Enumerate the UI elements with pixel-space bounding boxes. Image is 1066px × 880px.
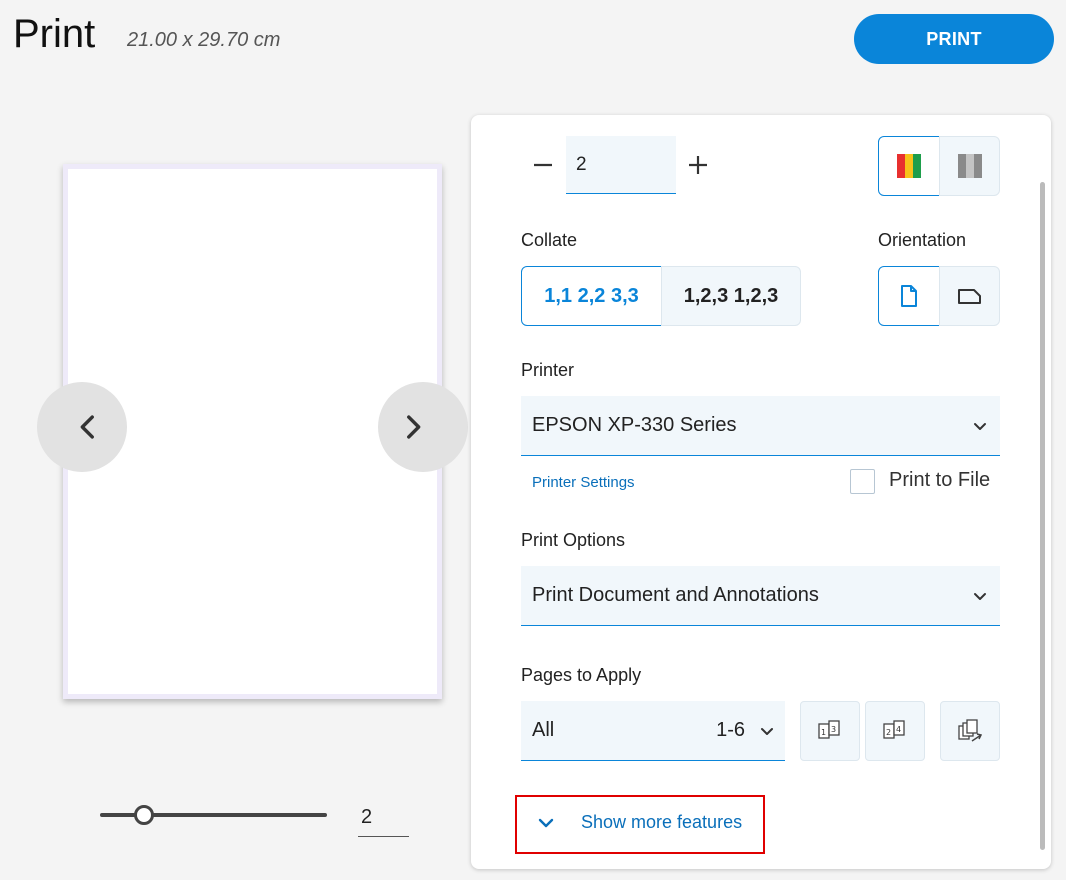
grayscale-icon <box>957 154 982 178</box>
panel-scrollbar[interactable] <box>1040 182 1045 850</box>
previous-page-button[interactable] <box>37 382 127 472</box>
pages-to-apply-label: Pages to Apply <box>521 665 642 685</box>
print-button[interactable]: PRINT <box>854 14 1054 64</box>
color-mode-button[interactable] <box>878 136 940 196</box>
grayscale-mode-button[interactable] <box>939 136 1000 196</box>
chevron-down-icon <box>974 592 986 600</box>
collate-option-sequential[interactable]: 1,2,3 1,2,3 <box>661 266 801 326</box>
printer-settings-link[interactable]: Printer Settings <box>532 474 635 491</box>
print-options-label: Print Options <box>521 530 626 550</box>
chevron-right-icon <box>407 415 421 439</box>
expand-chevron-icon[interactable] <box>536 813 556 833</box>
collate-label: Collate <box>521 230 578 250</box>
minus-icon <box>534 163 552 167</box>
odd-pages-button[interactable]: 1 3 <box>800 701 860 761</box>
orientation-label: Orientation <box>878 230 967 250</box>
page-title: Print <box>13 12 96 56</box>
svg-text:1: 1 <box>821 728 826 737</box>
zoom-slider-thumb[interactable] <box>134 805 154 825</box>
collate-option-grouped[interactable]: 1,1 2,2 3,3 <box>521 266 662 326</box>
chevron-down-icon <box>761 727 773 735</box>
copies-input[interactable] <box>566 136 676 194</box>
page-size-label: 21.00 x 29.70 cm <box>127 29 281 51</box>
reverse-order-button[interactable] <box>940 701 1000 761</box>
zoom-input[interactable] <box>358 798 409 837</box>
portrait-button[interactable] <box>878 266 940 326</box>
print-to-file-checkbox[interactable] <box>850 469 875 494</box>
print-options-value: Print Document and Annotations <box>532 584 819 606</box>
pages-select[interactable]: All 1-6 <box>521 701 785 761</box>
svg-text:3: 3 <box>831 725 836 734</box>
pages-range: 1-6 <box>716 719 745 741</box>
color-icon <box>897 154 921 178</box>
even-pages-icon: 2 4 <box>883 720 905 739</box>
portrait-icon <box>901 285 917 307</box>
svg-text:2: 2 <box>886 728 891 737</box>
printer-select[interactable]: EPSON XP-330 Series <box>521 396 1000 456</box>
pages-select-value: All <box>532 719 555 741</box>
next-page-button[interactable] <box>378 382 468 472</box>
even-pages-button[interactable]: 2 4 <box>865 701 925 761</box>
reverse-order-icon <box>958 719 983 742</box>
plus-icon <box>689 156 707 174</box>
print-to-file-label[interactable]: Print to File <box>889 469 990 492</box>
svg-text:4: 4 <box>896 725 901 734</box>
printer-label: Printer <box>521 360 575 380</box>
increase-copies-button[interactable] <box>686 150 710 180</box>
chevron-down-icon <box>538 818 554 828</box>
chevron-down-icon <box>974 422 986 430</box>
printer-select-value: EPSON XP-330 Series <box>532 414 737 436</box>
odd-pages-icon: 1 3 <box>818 720 840 739</box>
landscape-button[interactable] <box>939 266 1000 326</box>
decrease-copies-button[interactable] <box>531 150 555 180</box>
chevron-left-icon <box>80 415 94 439</box>
print-options-select[interactable]: Print Document and Annotations <box>521 566 1000 626</box>
show-more-features-button[interactable]: Show more features <box>581 812 742 833</box>
landscape-icon <box>957 289 981 304</box>
